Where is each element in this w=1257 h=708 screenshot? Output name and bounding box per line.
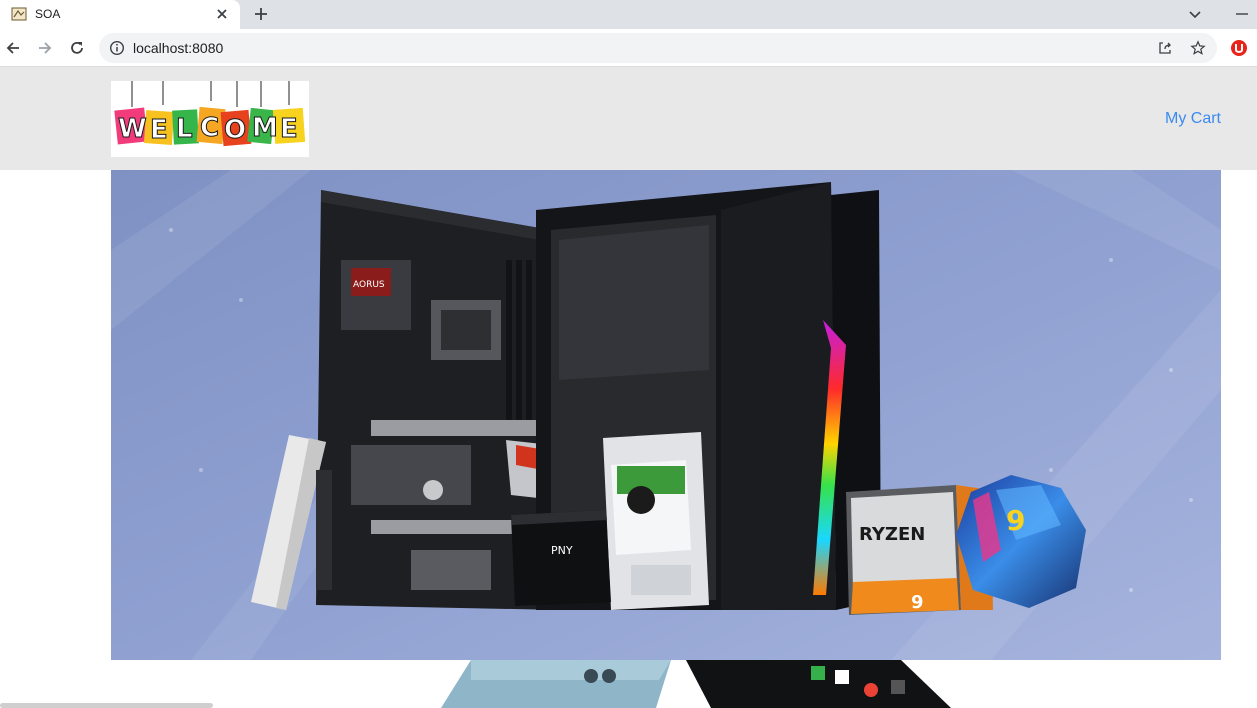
svg-text:L: L bbox=[176, 114, 193, 144]
star-icon[interactable] bbox=[1190, 40, 1206, 56]
browser-toolbar: localhost:8080 bbox=[0, 29, 1257, 67]
address-bar[interactable]: localhost:8080 bbox=[99, 33, 1217, 63]
favicon-icon bbox=[11, 7, 27, 21]
pny-text: PNY bbox=[551, 544, 573, 557]
horizontal-scrollbar[interactable] bbox=[0, 703, 213, 708]
welcome-logo-image: W E L C O M E bbox=[114, 81, 306, 147]
core-badge-text: 9 bbox=[1006, 504, 1025, 537]
browser-tab[interactable]: SOA bbox=[0, 0, 240, 29]
hero-banner-image: AORUS PNY RYZEN 9 9 bbox=[111, 170, 1221, 660]
svg-text:C: C bbox=[200, 113, 219, 143]
second-banner[interactable] bbox=[111, 660, 1221, 708]
hard-drive-graphic bbox=[603, 432, 709, 610]
svg-text:E: E bbox=[280, 114, 298, 144]
close-icon[interactable] bbox=[214, 6, 230, 22]
my-cart-link[interactable]: My Cart bbox=[1165, 110, 1221, 128]
info-icon[interactable] bbox=[109, 40, 125, 56]
minimize-icon[interactable] bbox=[1234, 6, 1250, 22]
back-icon[interactable] bbox=[4, 39, 22, 57]
tab-title: SOA bbox=[35, 7, 61, 21]
ryzen-text: RYZEN bbox=[859, 524, 925, 545]
reload-icon[interactable] bbox=[68, 39, 86, 57]
svg-text:W: W bbox=[118, 114, 147, 144]
share-icon[interactable] bbox=[1157, 40, 1173, 56]
svg-text:E: E bbox=[150, 115, 168, 145]
ryzen-badge-text: 9 bbox=[911, 592, 924, 613]
plus-icon[interactable] bbox=[252, 5, 270, 23]
svg-text:O: O bbox=[224, 115, 246, 145]
welcome-logo: W E L C O M E bbox=[111, 81, 309, 157]
chevron-down-icon[interactable] bbox=[1187, 6, 1203, 22]
site-header: W E L C O M E My Cart bbox=[0, 67, 1257, 170]
url-text[interactable]: localhost:8080 bbox=[133, 40, 223, 56]
aorus-text: AORUS bbox=[353, 280, 385, 290]
forward-icon[interactable] bbox=[36, 39, 54, 57]
tab-strip: SOA bbox=[0, 0, 1257, 29]
hero-banner[interactable]: AORUS PNY RYZEN 9 9 bbox=[111, 170, 1221, 660]
extension-icon[interactable] bbox=[1230, 39, 1248, 57]
ssd-graphic: PNY bbox=[511, 510, 611, 606]
svg-text:M: M bbox=[252, 113, 278, 143]
second-banner-image bbox=[441, 660, 951, 708]
